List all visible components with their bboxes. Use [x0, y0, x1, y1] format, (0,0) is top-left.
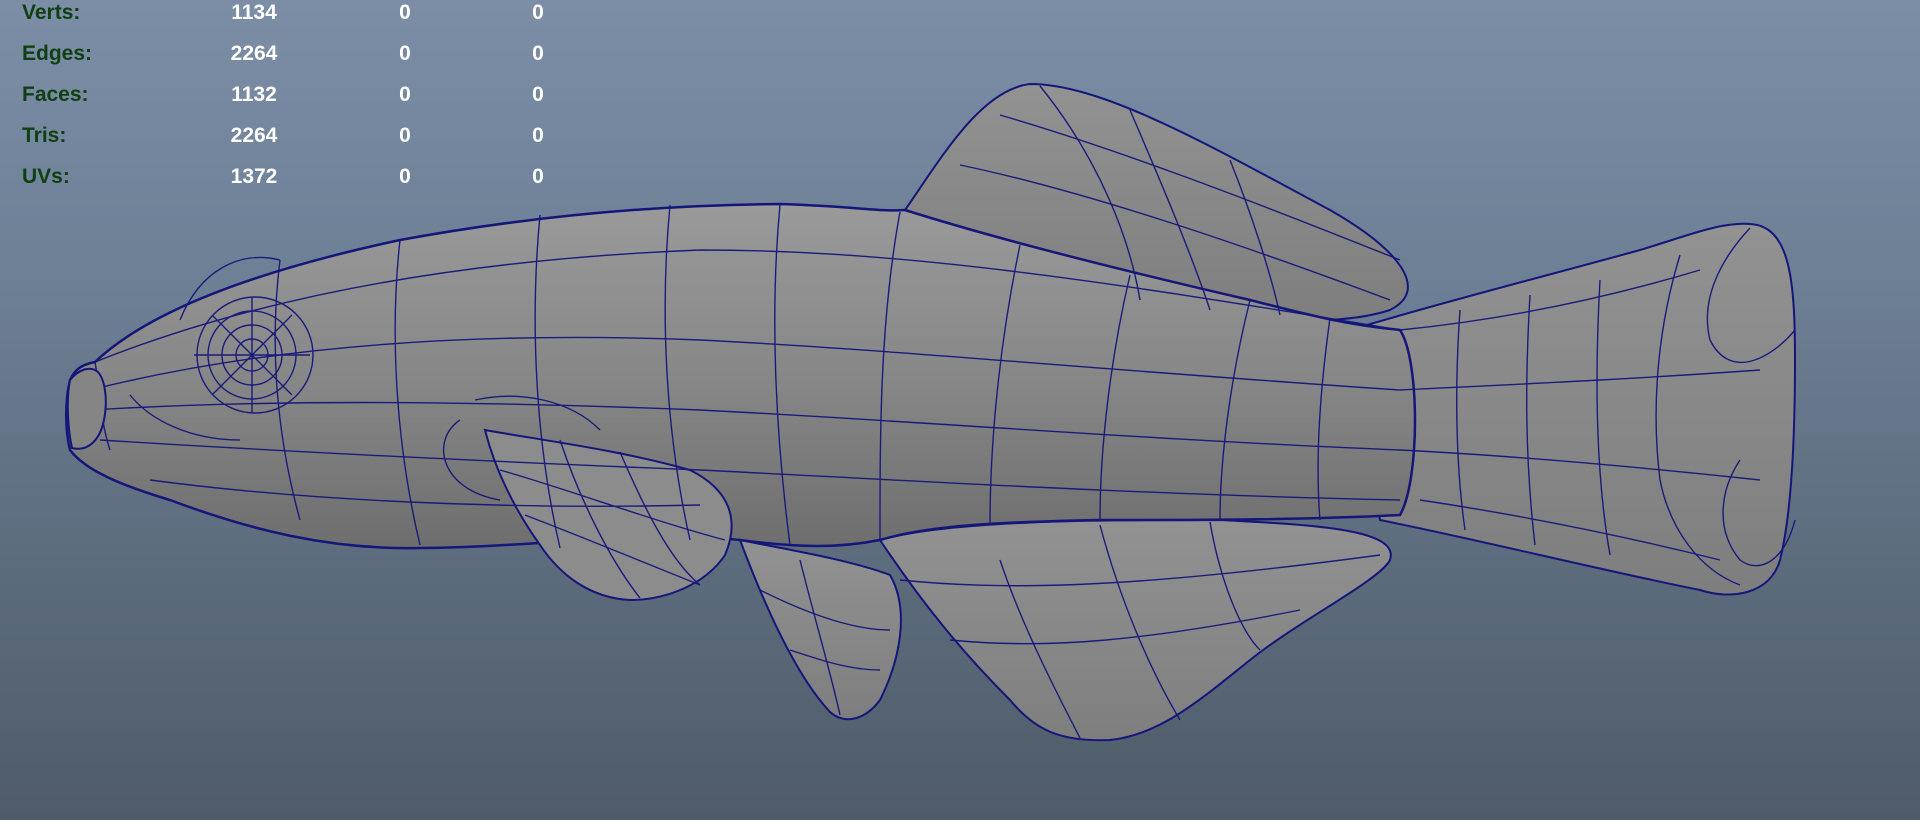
- hud-value-tris-extra: 0: [532, 124, 544, 147]
- hud-value-verts-total: 1134: [231, 1, 277, 24]
- hud-value-faces-extra: 0: [532, 83, 544, 106]
- hud-label-edges: Edges:: [22, 42, 93, 65]
- hud-value-faces-total: 1132: [231, 83, 277, 106]
- poly-count-row-uvs: UVs: 1372 0 0: [22, 156, 544, 197]
- hud-value-uvs-selected: 0: [399, 165, 411, 188]
- poly-count-hud: Verts: 1134 0 0 Edges: 2264 0 0 Faces: 1…: [22, 0, 544, 197]
- poly-count-row-faces: Faces: 1132 0 0: [22, 74, 544, 115]
- hud-value-tris-selected: 0: [399, 124, 411, 147]
- hud-value-verts-extra: 0: [532, 1, 544, 24]
- 3d-viewport[interactable]: Verts: 1134 0 0 Edges: 2264 0 0 Faces: 1…: [0, 0, 1920, 820]
- hud-value-faces-selected: 0: [399, 83, 411, 106]
- hud-value-uvs-total: 1372: [230, 165, 278, 188]
- hud-value-edges-extra: 0: [532, 42, 544, 65]
- poly-count-row-verts: Verts: 1134 0 0: [22, 0, 544, 33]
- hud-value-verts-selected: 0: [399, 1, 411, 24]
- hud-value-edges-selected: 0: [399, 42, 411, 65]
- hud-value-edges-total: 2264: [230, 42, 278, 65]
- poly-count-row-tris: Tris: 2264 0 0: [22, 115, 544, 156]
- poly-count-row-edges: Edges: 2264 0 0: [22, 33, 544, 74]
- hud-value-uvs-extra: 0: [532, 165, 544, 188]
- hud-value-tris-total: 2264: [230, 124, 278, 147]
- hud-label-uvs: UVs:: [22, 165, 70, 188]
- hud-label-faces: Faces:: [22, 83, 89, 106]
- hud-label-tris: Tris:: [22, 124, 67, 147]
- hud-label-verts: Verts:: [22, 1, 81, 24]
